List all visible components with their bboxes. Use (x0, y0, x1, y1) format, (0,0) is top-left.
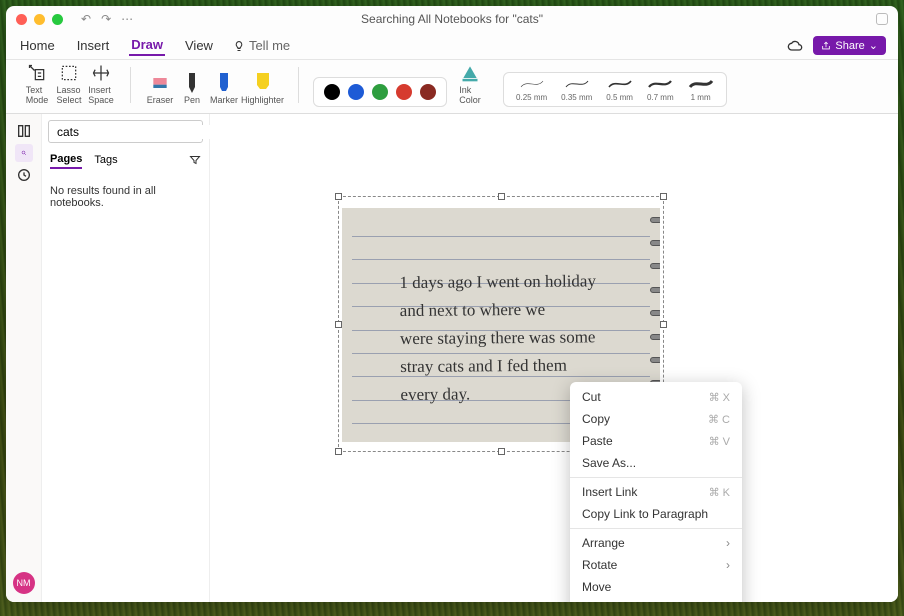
resize-handle-s[interactable] (498, 448, 505, 455)
bulb-icon (233, 40, 245, 52)
marker-icon (214, 73, 234, 93)
search-box[interactable]: ⓧ (48, 120, 203, 143)
ctx-paste[interactable]: Paste⌘ V (570, 430, 742, 452)
redo-icon[interactable]: ↷ (101, 12, 111, 26)
share-label: Share (835, 40, 864, 52)
tell-me-label: Tell me (249, 38, 290, 53)
ctx-cut[interactable]: Cut⌘ X (570, 386, 742, 408)
width-0-35[interactable]: 0.35 mm (561, 77, 592, 102)
content-area: NM ⓧ Pages Tags No results found in all … (6, 114, 898, 602)
ctx-copy-link-paragraph[interactable]: Copy Link to Paragraph (570, 503, 742, 525)
titlebar: ↶ ↷ ⋯ Searching All Notebooks for "cats" (6, 6, 898, 32)
width-0-7[interactable]: 0.7 mm (647, 77, 674, 102)
pen-icon (182, 73, 202, 93)
color-green[interactable] (372, 84, 388, 100)
color-darkred[interactable] (420, 84, 436, 100)
ctx-arrange[interactable]: Arrange› (570, 532, 742, 554)
context-menu: Cut⌘ X Copy⌘ C Paste⌘ V Save As... Inser… (570, 382, 742, 602)
highlighter-button[interactable]: Highlighter (241, 62, 284, 107)
color-black[interactable] (324, 84, 340, 100)
left-rail: NM (6, 114, 42, 602)
eraser-icon (150, 73, 170, 93)
tell-me[interactable]: Tell me (233, 38, 290, 53)
window-title: Searching All Notebooks for "cats" (361, 12, 543, 26)
chevron-right-icon: › (726, 536, 730, 550)
minimize-window-button[interactable] (34, 14, 45, 25)
ctx-insert-link[interactable]: Insert Link⌘ K (570, 481, 742, 503)
tab-home[interactable]: Home (18, 36, 57, 55)
highlighter-icon (253, 73, 273, 93)
tab-view[interactable]: View (183, 36, 215, 55)
text-mode-icon (27, 63, 47, 83)
eraser-button[interactable]: Eraser (145, 62, 175, 107)
search-icon[interactable] (15, 144, 33, 162)
marker-button[interactable]: Marker (209, 62, 239, 107)
sync-icon[interactable] (787, 38, 803, 54)
resize-handle-nw[interactable] (335, 193, 342, 200)
color-blue[interactable] (348, 84, 364, 100)
recent-icon[interactable] (15, 166, 33, 184)
search-tab-pages[interactable]: Pages (50, 151, 82, 169)
text-mode-button[interactable]: Text Mode (22, 62, 52, 107)
ctx-sep (570, 528, 742, 529)
more-icon[interactable]: ⋯ (121, 12, 133, 26)
resize-handle-n[interactable] (498, 193, 505, 200)
search-panel: ⓧ Pages Tags No results found in all not… (42, 114, 210, 602)
notebooks-icon[interactable] (15, 122, 33, 140)
search-tabs: Pages Tags (42, 149, 209, 171)
menubar: Home Insert Draw View Tell me Share ⌄ (6, 32, 898, 60)
color-red[interactable] (396, 84, 412, 100)
resize-handle-sw[interactable] (335, 448, 342, 455)
lasso-icon (59, 63, 79, 83)
ctx-save-as[interactable]: Save As... (570, 452, 742, 474)
window-traffic-lights (16, 14, 63, 25)
share-button[interactable]: Share ⌄ (813, 36, 886, 55)
ctx-copy[interactable]: Copy⌘ C (570, 408, 742, 430)
pen-button[interactable]: Pen (177, 62, 207, 107)
page-canvas[interactable]: 1 days ago I went on holiday and next to… (210, 114, 898, 602)
separator (298, 67, 299, 103)
separator (130, 67, 131, 103)
search-input[interactable] (57, 125, 212, 139)
ink-color-icon (460, 63, 480, 83)
resize-handle-e[interactable] (660, 321, 667, 328)
quick-access-toolbar: ↶ ↷ ⋯ (81, 12, 133, 26)
insert-space-icon (91, 63, 111, 83)
search-tab-tags[interactable]: Tags (94, 152, 117, 168)
stroke-width-row: 0.25 mm 0.35 mm 0.5 mm 0.7 mm 1 mm (503, 72, 727, 107)
user-avatar[interactable]: NM (13, 572, 35, 594)
filter-icon[interactable] (189, 154, 201, 166)
undo-icon[interactable]: ↶ (81, 12, 91, 26)
ink-color-button[interactable]: Ink Color (455, 62, 485, 107)
resize-handle-w[interactable] (335, 321, 342, 328)
ribbon: Text Mode Lasso Select Insert Space Eras… (6, 60, 898, 114)
width-0-25[interactable]: 0.25 mm (516, 77, 547, 102)
resize-handle-ne[interactable] (660, 193, 667, 200)
tab-draw[interactable]: Draw (129, 35, 165, 56)
width-1[interactable]: 1 mm (688, 77, 714, 102)
tab-insert[interactable]: Insert (75, 36, 112, 55)
maximize-window-button[interactable] (52, 14, 63, 25)
window-corner-icon[interactable] (876, 13, 888, 25)
lasso-select-button[interactable]: Lasso Select (54, 62, 84, 107)
insert-space-button[interactable]: Insert Space (86, 62, 116, 107)
app-window: ↶ ↷ ⋯ Searching All Notebooks for "cats"… (6, 6, 898, 602)
ctx-sep (570, 477, 742, 478)
width-0-5[interactable]: 0.5 mm (606, 77, 633, 102)
chevron-down-icon: ⌄ (869, 39, 878, 52)
share-icon (821, 41, 831, 51)
ctx-move[interactable]: Move (570, 576, 742, 598)
ctx-resize[interactable]: Resize (570, 598, 742, 602)
close-window-button[interactable] (16, 14, 27, 25)
chevron-right-icon: › (726, 558, 730, 572)
ctx-rotate[interactable]: Rotate› (570, 554, 742, 576)
no-results-message: No results found in all notebooks. (42, 171, 209, 223)
ink-color-palette (313, 77, 447, 107)
